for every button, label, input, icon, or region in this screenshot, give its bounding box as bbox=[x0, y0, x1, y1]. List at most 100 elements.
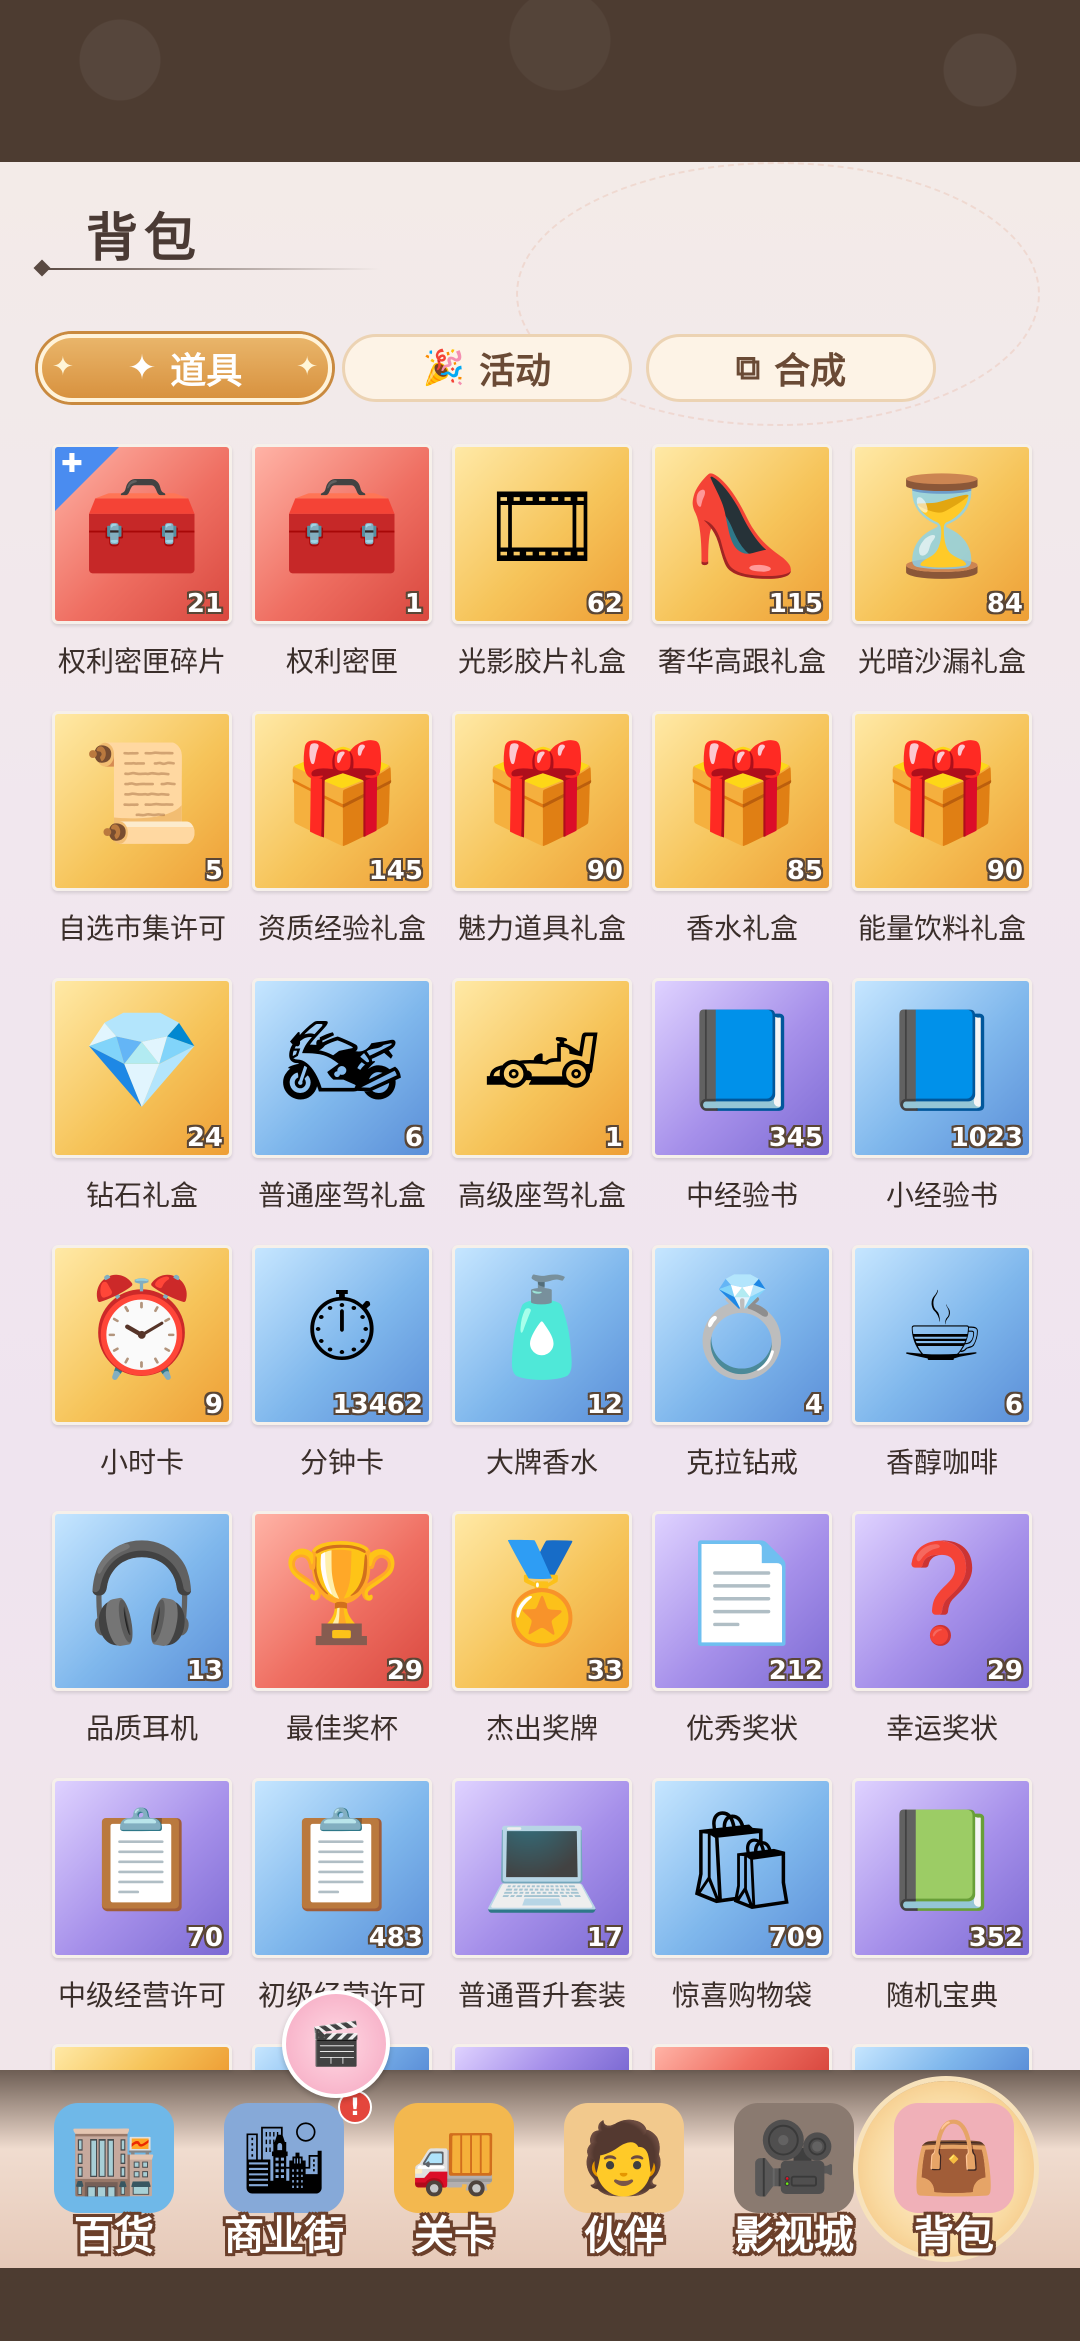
headphones-icon: 🎧 bbox=[82, 1537, 202, 1649]
item-count: 1 bbox=[404, 589, 423, 619]
nav-5[interactable]: 👜 背包 bbox=[858, 2081, 1044, 2265]
item-tile[interactable]: 🏍 6 bbox=[252, 978, 432, 1158]
inventory-item[interactable]: 💻 17 普通晋升套装 bbox=[452, 1778, 632, 2012]
nav-2[interactable]: 🚚 关卡 bbox=[364, 2085, 544, 2265]
inventory-item[interactable]: 🏎 1 高级座驾礼盒 bbox=[452, 978, 632, 1212]
high-heel-gift-icon: 👠 bbox=[682, 470, 802, 582]
notification-bubble-icon[interactable]: 🎬 bbox=[282, 1990, 390, 2098]
item-count: 85 bbox=[786, 856, 823, 886]
inventory-item[interactable]: 🛍 709 惊喜购物袋 bbox=[652, 1778, 832, 2012]
item-tile[interactable]: 💍 4 bbox=[652, 1245, 832, 1425]
item-name: 钻石礼盒 bbox=[85, 1179, 198, 1212]
inventory-item[interactable]: 💍 4 克拉钻戒 bbox=[652, 1245, 832, 1479]
item-tile[interactable]: 🎁 85 bbox=[652, 711, 832, 891]
item-tile[interactable]: 💎 24 bbox=[52, 978, 232, 1158]
item-count: 115 bbox=[768, 589, 823, 619]
gift-box-icon: 🎁 bbox=[482, 737, 602, 849]
item-tile-partial[interactable] bbox=[852, 2044, 1032, 2070]
item-tile-partial[interactable] bbox=[652, 2044, 832, 2070]
item-name: 权利密匣碎片 bbox=[57, 645, 226, 678]
inventory-item[interactable]: 🏍 6 普通座驾礼盒 bbox=[252, 978, 432, 1212]
item-tile-partial[interactable] bbox=[52, 2044, 232, 2070]
title-underline bbox=[40, 268, 380, 270]
item-tile[interactable]: 🎁 90 bbox=[852, 711, 1032, 891]
business-street-icon: 🏙 bbox=[224, 2103, 344, 2213]
inventory-item[interactable]: 📜 5 自选市集许可 bbox=[52, 711, 232, 945]
item-tile[interactable]: 🎁 145 bbox=[252, 711, 432, 891]
item-tile[interactable]: ❓ 29 bbox=[852, 1511, 1032, 1691]
department-store-icon: 🏬 bbox=[54, 2103, 174, 2213]
item-count: 352 bbox=[968, 1923, 1023, 1953]
item-tile[interactable]: ⏰ 9 bbox=[52, 1245, 232, 1425]
item-tile[interactable]: 🧴 12 bbox=[452, 1245, 632, 1425]
item-count: 709 bbox=[768, 1923, 823, 1953]
inventory-item[interactable]: ⏰ 9 小时卡 bbox=[52, 1245, 232, 1479]
item-tile[interactable]: 📘 345 bbox=[652, 978, 832, 1158]
sparkle-icon: ✦ bbox=[52, 352, 74, 382]
inventory-item[interactable]: 📗 352 随机宝典 bbox=[852, 1778, 1032, 2012]
tab-2[interactable]: ⧉ 合成 bbox=[646, 334, 936, 402]
inventory-item[interactable]: 🏅 33 杰出奖牌 bbox=[452, 1511, 632, 1745]
hour-card-icon: ⏰ bbox=[82, 1271, 202, 1383]
nav-4[interactable]: 🎥 影视城 bbox=[704, 2085, 884, 2265]
inventory-item[interactable]: 🎧 13 品质耳机 bbox=[52, 1511, 232, 1745]
partner-icon: 🧑 bbox=[564, 2103, 684, 2213]
inventory-item[interactable]: 💎 24 钻石礼盒 bbox=[52, 978, 232, 1212]
inventory-item[interactable]: 🏆 29 最佳奖杯 bbox=[252, 1511, 432, 1745]
item-tile[interactable]: 🏅 33 bbox=[452, 1511, 632, 1691]
inventory-item[interactable]: ⏳ 84 光暗沙漏礼盒 bbox=[852, 444, 1032, 678]
inventory-item[interactable]: 📘 345 中经验书 bbox=[652, 978, 832, 1212]
item-tile[interactable]: 📗 352 bbox=[852, 1778, 1032, 1958]
inventory-item[interactable]: 🧴 12 大牌香水 bbox=[452, 1245, 632, 1479]
item-count: 1 bbox=[604, 1123, 623, 1153]
inventory-item[interactable]: 🎞 62 光影胶片礼盒 bbox=[452, 444, 632, 678]
inventory-item[interactable]: 🎁 145 资质经验礼盒 bbox=[252, 711, 432, 945]
item-tile[interactable]: 🏎 1 bbox=[452, 978, 632, 1158]
inventory-item[interactable]: 📘 1023 小经验书 bbox=[852, 978, 1032, 1212]
inventory-item[interactable]: 📋 70 中级经营许可 bbox=[52, 1778, 232, 2012]
item-tile[interactable]: 🎞 62 bbox=[452, 444, 632, 624]
item-tile[interactable]: 🧰 1 bbox=[252, 444, 432, 624]
item-tile[interactable]: 📜 5 bbox=[52, 711, 232, 891]
inventory-item[interactable]: ☕ 6 香醇咖啡 bbox=[852, 1245, 1032, 1479]
item-tile[interactable]: 📋 483 bbox=[252, 1778, 432, 1958]
handbag-icon: 👜 bbox=[894, 2103, 1014, 2213]
item-tile[interactable]: ⏱ 13462 bbox=[252, 1245, 432, 1425]
clipboard-icon: 📋 bbox=[282, 1804, 402, 1916]
inventory-item[interactable]: ⏱ 13462 分钟卡 bbox=[252, 1245, 432, 1479]
item-tile[interactable]: 🎧 13 bbox=[52, 1511, 232, 1691]
inventory-item[interactable]: ❓ 29 幸运奖状 bbox=[852, 1511, 1032, 1745]
item-tile[interactable]: ⏳ 84 bbox=[852, 444, 1032, 624]
item-count: 212 bbox=[768, 1656, 823, 1686]
item-tile[interactable]: 💻 17 bbox=[452, 1778, 632, 1958]
item-name: 光暗沙漏礼盒 bbox=[857, 645, 1026, 678]
item-tile[interactable]: 🎁 90 bbox=[452, 711, 632, 891]
item-count: 6 bbox=[1004, 1390, 1023, 1420]
item-count: 84 bbox=[986, 589, 1023, 619]
tab-1[interactable]: 🎉 活动 bbox=[342, 334, 632, 402]
inventory-item[interactable]: 👠 115 奢华高跟礼盒 bbox=[652, 444, 832, 678]
inventory-item[interactable]: 📋483初级经营许可 bbox=[252, 1778, 432, 2012]
inventory-item[interactable]: 🎁 90 能量饮料礼盒 bbox=[852, 711, 1032, 945]
book-icon: 📘 bbox=[682, 1004, 802, 1116]
tab-0[interactable]: ✦ 道具 ✦ ✦ bbox=[38, 334, 332, 402]
inventory-item[interactable]: 🎁 90 魅力道具礼盒 bbox=[452, 711, 632, 945]
item-tile[interactable]: 📋 70 bbox=[52, 1778, 232, 1958]
item-tile[interactable]: 🛍 709 bbox=[652, 1778, 832, 1958]
nav-0[interactable]: 🏬 百货 bbox=[24, 2085, 204, 2265]
item-tile[interactable]: 📘 1023 bbox=[852, 978, 1032, 1158]
item-tile[interactable]: 🏆 29 bbox=[252, 1511, 432, 1691]
gift-box-icon: 🎁 bbox=[282, 737, 402, 849]
inventory-item[interactable]: 🎁 85 香水礼盒 bbox=[652, 711, 832, 945]
item-name: 香水礼盒 bbox=[685, 912, 798, 945]
item-tile[interactable]: 🧰 ✚ 21 bbox=[52, 444, 232, 624]
inventory-item[interactable]: 🧰 ✚ 21 权利密匣碎片 bbox=[52, 444, 232, 678]
item-tile[interactable]: ☕ 6 bbox=[852, 1245, 1032, 1425]
item-tile[interactable]: 👠 115 bbox=[652, 444, 832, 624]
inventory-item[interactable]: 🧰 1 权利密匣 bbox=[252, 444, 432, 678]
tab-label: 活动 bbox=[479, 351, 552, 392]
nav-3[interactable]: 🧑 伙伴 bbox=[534, 2085, 714, 2265]
inventory-item[interactable]: 📄 212 优秀奖状 bbox=[652, 1511, 832, 1745]
item-tile[interactable]: 📄 212 bbox=[652, 1511, 832, 1691]
item-tile-partial[interactable] bbox=[452, 2044, 632, 2070]
